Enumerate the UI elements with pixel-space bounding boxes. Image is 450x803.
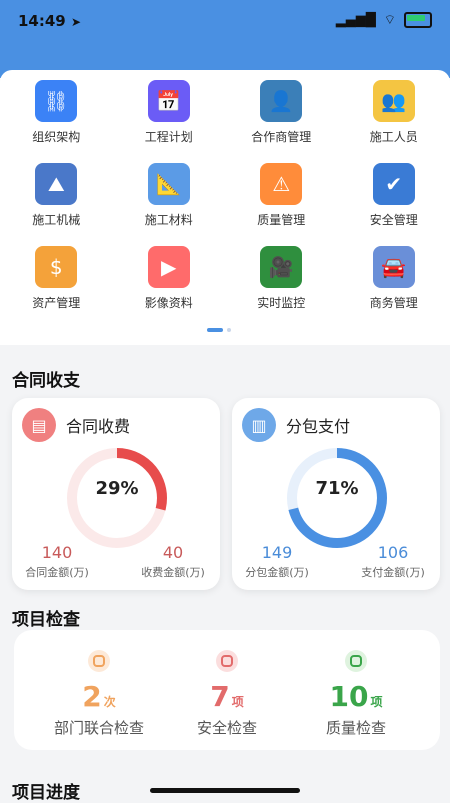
circle-icon-inner (350, 655, 362, 667)
contract-income-card[interactable]: ▤ 合同收费 29% 140 合同金额(万) 40 收费金额(万) (12, 398, 220, 590)
asset-icon: $ (35, 246, 77, 288)
joint-inspection[interactable]: 2次 部门联合检查 (39, 650, 159, 738)
app-tile[interactable]: ▶ 影像资料 (113, 246, 226, 311)
app-tile[interactable]: 📅 工程计划 (113, 80, 226, 145)
payment-card-title: 分包支付 (286, 413, 350, 437)
app-tile[interactable]: 👤 合作商管理 (225, 80, 338, 145)
section-title-progress: 项目进度 (12, 778, 80, 803)
subcontract-amount-value: 149 (232, 543, 322, 562)
home-indicator[interactable] (150, 788, 300, 793)
count-unit: 次 (104, 695, 116, 709)
fee-amount: 40 收费金额(万) (128, 543, 218, 580)
app-tile[interactable]: 📐 施工材料 (113, 163, 226, 228)
subcontract-amount: 149 分包金额(万) (232, 543, 322, 580)
app-tile-label: 施工材料 (145, 211, 193, 228)
contract-amount: 140 合同金额(万) (12, 543, 102, 580)
payment-card-header: ▥ 分包支付 (242, 408, 350, 442)
machinery-icon: ⛰ (35, 163, 77, 205)
safety-inspection[interactable]: 7项 安全检查 (167, 650, 287, 738)
signal-icon: ▂▄▆█ (336, 13, 376, 28)
app-grid-card: ⛓ 组织架构 📅 工程计划 👤 合作商管理 👥 施工人员 ⛰ 施工机械 📐 施工材料 ⚠ 质量管理 ✔ 安全管… (0, 70, 450, 345)
app-tile-label: 资产管理 (32, 294, 80, 311)
app-grid: ⛓ 组织架构 📅 工程计划 👤 合作商管理 👥 施工人员 ⛰ 施工机械 📐 施工材料 ⚠ 质量管理 ✔ 安全管… (0, 80, 450, 311)
count-value: 7 (210, 680, 229, 713)
app-tile-label: 实时监控 (257, 294, 305, 311)
battery-icon (404, 12, 432, 28)
time-label: 14:49 (18, 12, 66, 30)
inspection-card: 2次 部门联合检查 7项 安全检查 10项 质量检查 (14, 630, 440, 750)
count-unit: 项 (370, 695, 382, 709)
income-percent: 29% (62, 478, 172, 499)
app-tile-label: 合作商管理 (251, 128, 311, 145)
app-tile[interactable]: ⛰ 施工机械 (0, 163, 113, 228)
paid-amount: 106 支付金额(万) (348, 543, 438, 580)
app-tile-label: 安全管理 (370, 211, 418, 228)
business-icon: 🚘 (373, 246, 415, 288)
app-tile[interactable]: ✔ 安全管理 (338, 163, 450, 228)
shield-icon: ✔ (373, 163, 415, 205)
subcontract-payment-card[interactable]: ▥ 分包支付 71% 149 分包金额(万) 106 支付金额(万) (232, 398, 440, 590)
app-tile[interactable]: 👥 施工人员 (338, 80, 450, 145)
count-unit: 项 (232, 695, 244, 709)
app-tile[interactable]: 🚘 商务管理 (338, 246, 450, 311)
contract-amount-value: 140 (12, 543, 102, 562)
paid-amount-value: 106 (348, 543, 438, 562)
wifi-icon: ⌔ (384, 12, 396, 28)
quality-icon: ⚠ (260, 163, 302, 205)
materials-icon: 📐 (148, 163, 190, 205)
circle-icon-inner (93, 655, 105, 667)
status-bar: 14:49 ➤ ▂▄▆█ ⌔ (0, 0, 450, 78)
app-tile-label: 组织架构 (32, 128, 80, 145)
payment-percent: 71% (282, 478, 392, 499)
app-tile-label: 施工人员 (370, 128, 418, 145)
quality-inspection[interactable]: 10项 质量检查 (296, 650, 416, 738)
circle-icon-inner (221, 655, 233, 667)
fee-amount-value: 40 (128, 543, 218, 562)
app-tile-label: 影像资料 (145, 294, 193, 311)
document-icon: ▤ (22, 408, 56, 442)
income-card-header: ▤ 合同收费 (22, 408, 130, 442)
partner-icon: 👤 (260, 80, 302, 122)
app-tile-label: 商务管理 (370, 294, 418, 311)
video-camera-icon: 🎥 (260, 246, 302, 288)
contract-amount-label: 合同金额(万) (12, 564, 102, 580)
media-icon: ▶ (148, 246, 190, 288)
subcontract-amount-label: 分包金额(万) (232, 564, 322, 580)
app-tile[interactable]: ⚠ 质量管理 (225, 163, 338, 228)
org-chart-icon: ⛓ (35, 80, 77, 122)
bar-chart-icon: ▥ (242, 408, 276, 442)
circle-icon (216, 650, 238, 672)
app-tile[interactable]: ⛓ 组织架构 (0, 80, 113, 145)
joint-inspection-count: 2次 (39, 680, 159, 713)
paid-amount-label: 支付金额(万) (348, 564, 438, 580)
joint-inspection-label: 部门联合检查 (39, 717, 159, 738)
status-icons: ▂▄▆█ ⌔ (336, 12, 432, 28)
quality-inspection-label: 质量检查 (296, 717, 416, 738)
app-tile[interactable]: 🎥 实时监控 (225, 246, 338, 311)
page-dot (227, 328, 231, 332)
status-time: 14:49 ➤ (18, 12, 81, 30)
count-value: 10 (330, 680, 369, 713)
safety-inspection-label: 安全检查 (167, 717, 287, 738)
section-title-inspection: 项目检查 (12, 605, 80, 630)
app-tile[interactable]: $ 资产管理 (0, 246, 113, 311)
circle-icon (88, 650, 110, 672)
circle-icon (345, 650, 367, 672)
location-arrow-icon: ➤ (71, 15, 81, 29)
workers-icon: 👥 (373, 80, 415, 122)
income-card-title: 合同收费 (66, 413, 130, 437)
quality-inspection-count: 10项 (296, 680, 416, 713)
fee-amount-label: 收费金额(万) (128, 564, 218, 580)
page-dot-active (207, 328, 223, 332)
section-title-contract: 合同收支 (12, 366, 80, 391)
app-tile-label: 工程计划 (145, 128, 193, 145)
page-indicator (207, 328, 231, 332)
count-value: 2 (82, 680, 101, 713)
app-tile-label: 施工机械 (32, 211, 80, 228)
app-tile-label: 质量管理 (257, 211, 305, 228)
safety-inspection-count: 7项 (167, 680, 287, 713)
calendar-icon: 📅 (148, 80, 190, 122)
